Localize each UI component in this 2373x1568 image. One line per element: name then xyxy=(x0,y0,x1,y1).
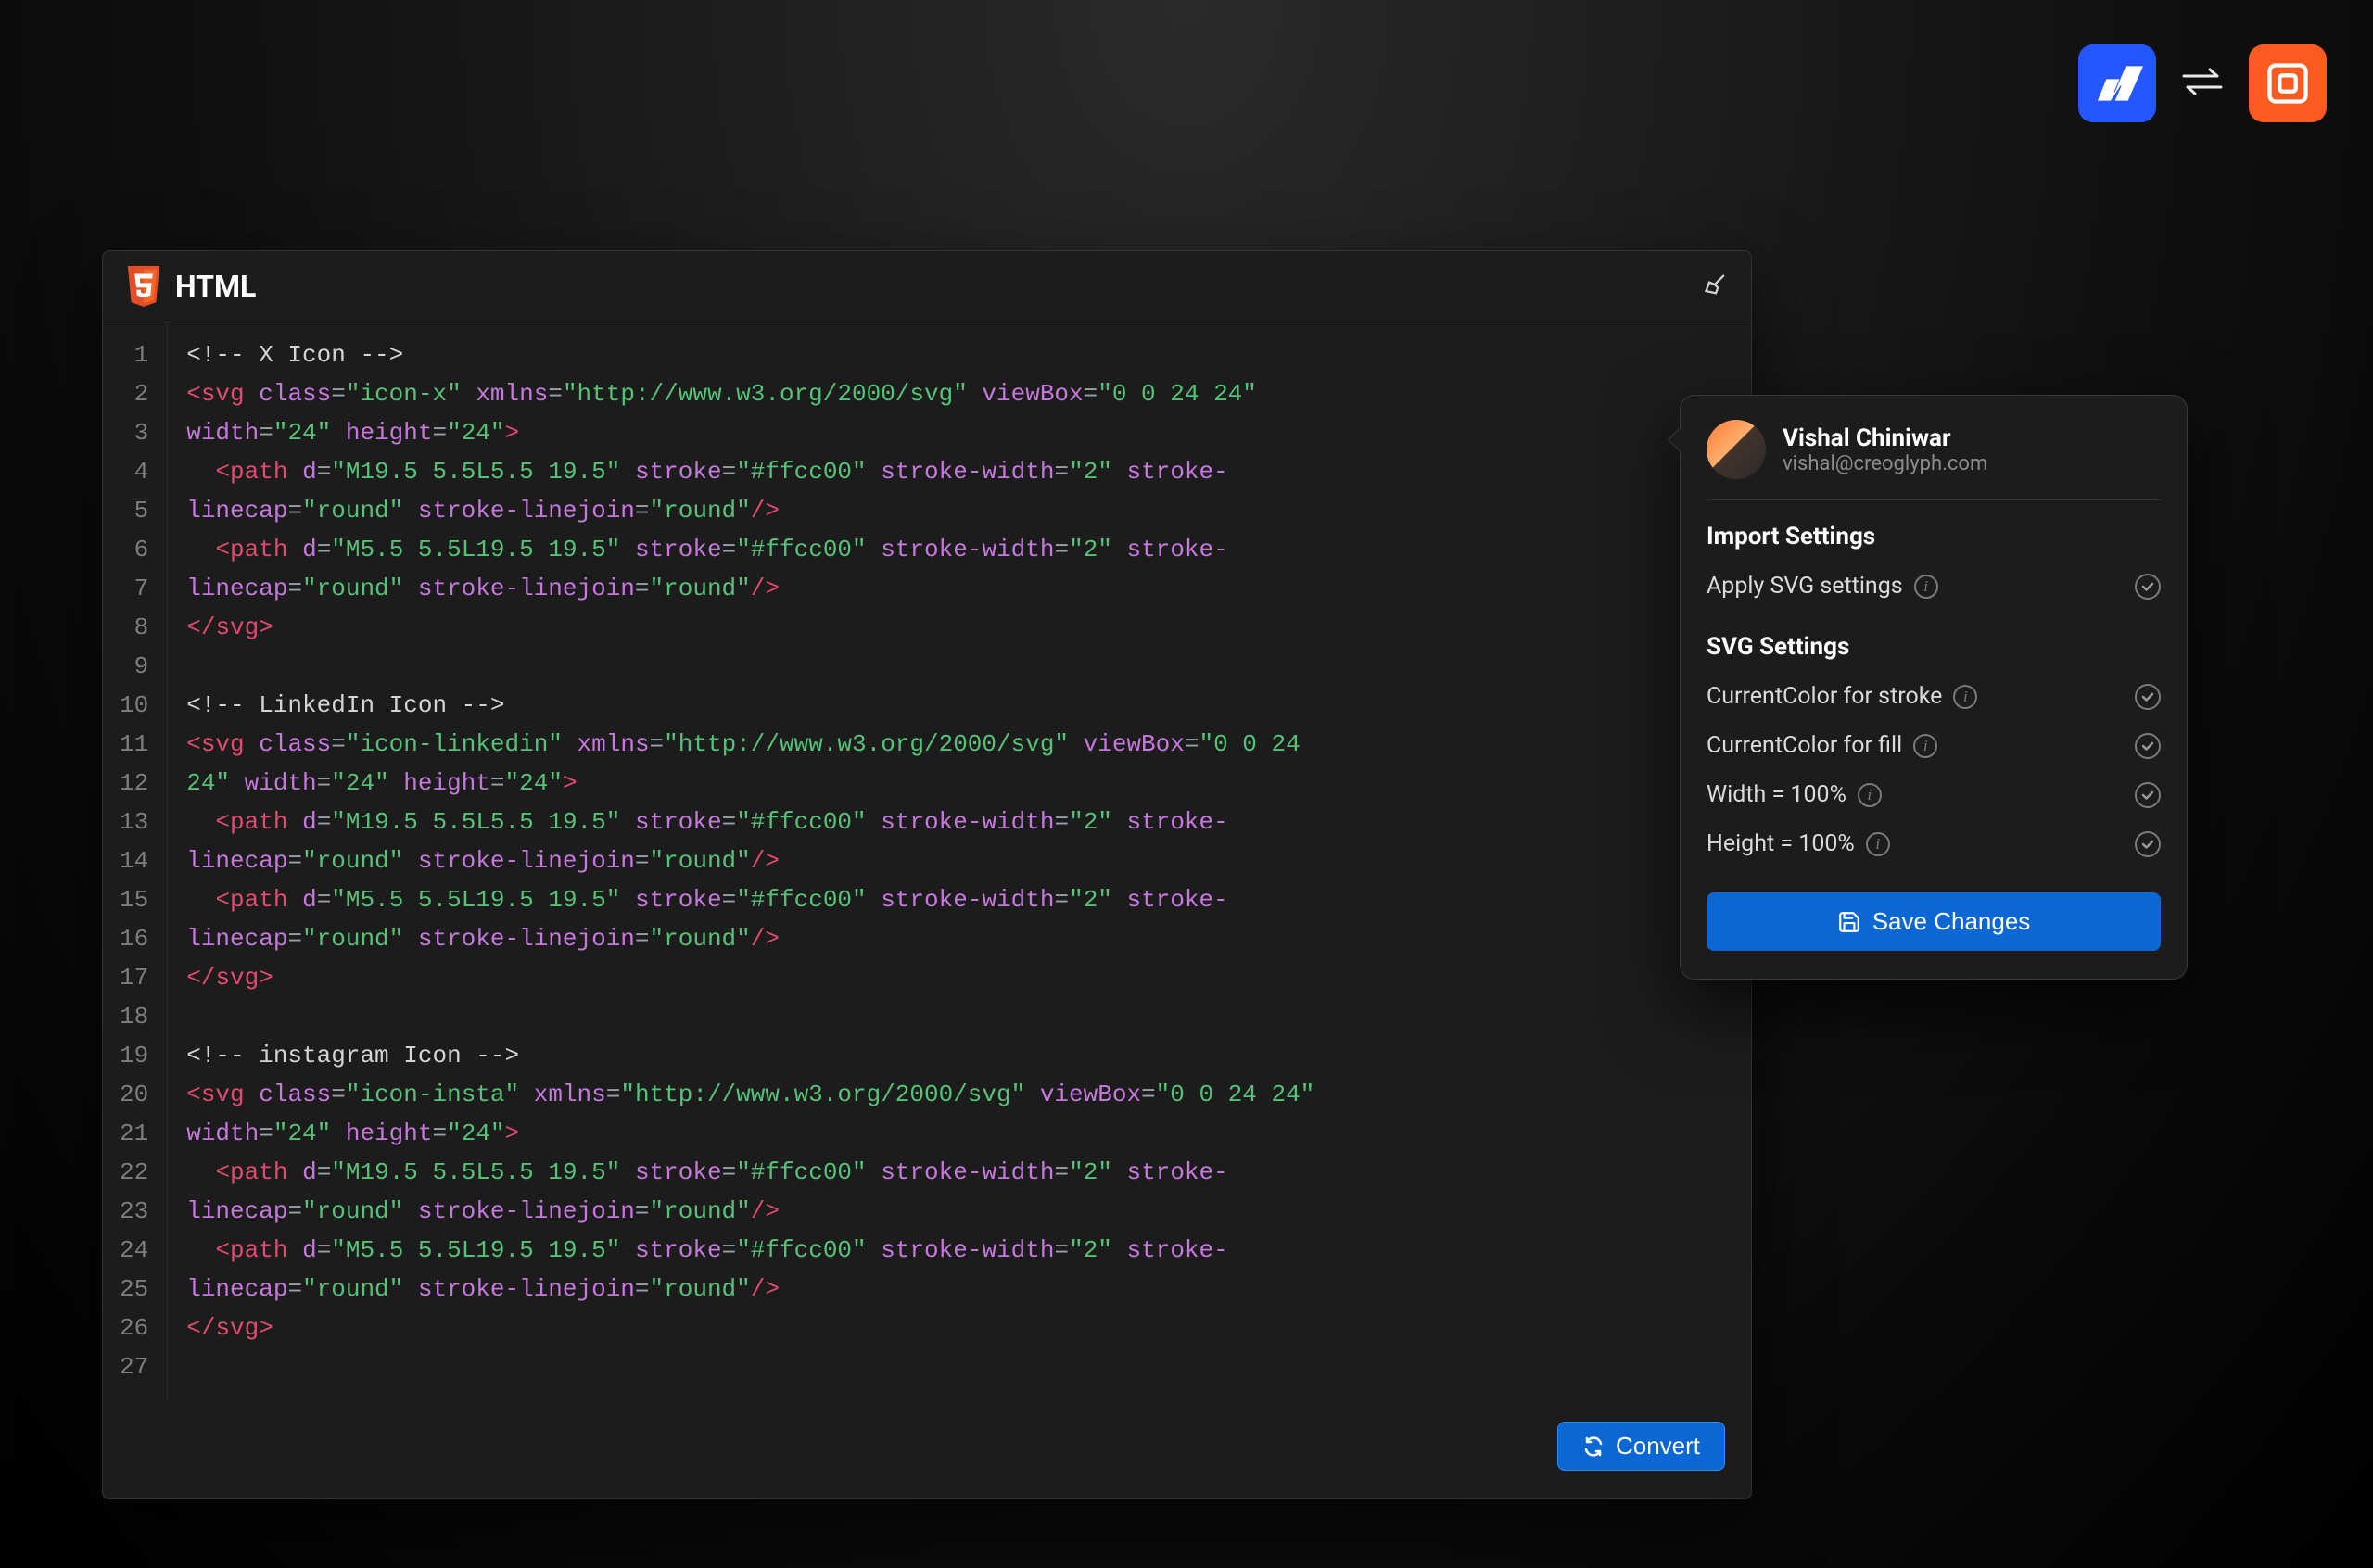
section-import-heading: Import Settings xyxy=(1707,523,2161,550)
webflow-icon xyxy=(2091,57,2143,109)
refresh-icon xyxy=(1582,1435,1605,1458)
info-icon[interactable]: i xyxy=(1914,575,1938,599)
option-cc-stroke[interactable]: CurrentColor for stroke i xyxy=(1707,672,2161,721)
editor-header: HTML xyxy=(103,251,1751,322)
section-svg-heading: SVG Settings xyxy=(1707,633,2161,661)
save-icon xyxy=(1837,910,1861,934)
user-name: Vishal Chiniwar xyxy=(1783,424,1987,452)
check-icon[interactable] xyxy=(2135,684,2161,710)
option-height[interactable]: Height = 100% i xyxy=(1707,819,2161,868)
convert-button[interactable]: Convert xyxy=(1557,1422,1725,1471)
broom-icon xyxy=(1703,272,1729,297)
option-cc-fill[interactable]: CurrentColor for fill i xyxy=(1707,721,2161,770)
settings-popover: Vishal Chiniwar vishal@creoglyph.com Imp… xyxy=(1680,395,2188,980)
info-icon[interactable]: i xyxy=(1858,783,1882,807)
save-button[interactable]: Save Changes xyxy=(1707,892,2161,951)
convert-label: Convert xyxy=(1616,1432,1700,1461)
brand-logo-row xyxy=(2078,44,2327,122)
check-icon[interactable] xyxy=(2135,733,2161,759)
code-area[interactable]: 1234567891011121314151617181920212223242… xyxy=(103,322,1751,1399)
html5-icon xyxy=(125,266,162,307)
check-icon[interactable] xyxy=(2135,782,2161,808)
swap-icon xyxy=(2178,67,2227,100)
info-icon[interactable]: i xyxy=(1953,685,1977,709)
line-gutter: 1234567891011121314151617181920212223242… xyxy=(103,322,168,1399)
user-email: vishal@creoglyph.com xyxy=(1783,452,1987,475)
option-label: Apply SVG settings xyxy=(1707,573,1903,600)
avatar xyxy=(1707,420,1766,479)
option-apply-svg[interactable]: Apply SVG settings i xyxy=(1707,562,2161,611)
option-label: Width = 100% xyxy=(1707,781,1846,808)
app-logo-icon xyxy=(2264,59,2312,107)
app-logo xyxy=(2249,44,2327,122)
user-row: Vishal Chiniwar vishal@creoglyph.com xyxy=(1707,420,2161,500)
option-label: CurrentColor for fill xyxy=(1707,732,1902,759)
code-editor-panel: HTML 12345678910111213141516171819202122… xyxy=(102,250,1752,1499)
save-label: Save Changes xyxy=(1872,907,2031,936)
info-icon[interactable]: i xyxy=(1913,734,1937,758)
option-label: CurrentColor for stroke xyxy=(1707,683,1942,710)
info-icon[interactable]: i xyxy=(1866,832,1890,856)
code-content[interactable]: <!-- X Icon --><svg class="icon-x" xmlns… xyxy=(168,322,1751,1399)
webflow-logo xyxy=(2078,44,2156,122)
check-icon[interactable] xyxy=(2135,831,2161,857)
option-width[interactable]: Width = 100% i xyxy=(1707,770,2161,819)
editor-title: HTML xyxy=(175,269,256,304)
check-icon[interactable] xyxy=(2135,574,2161,600)
clear-button[interactable] xyxy=(1703,272,1729,301)
option-label: Height = 100% xyxy=(1707,830,1855,857)
